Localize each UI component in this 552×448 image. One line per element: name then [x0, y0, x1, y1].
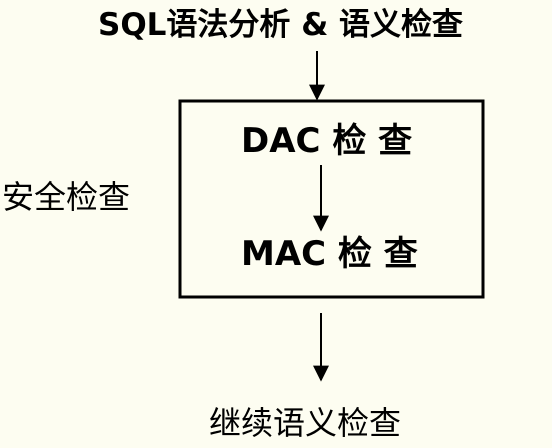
diagram-graphics: [178, 51, 485, 382]
dac-check-label: DAC 检 查: [241, 121, 413, 161]
mac-check-label: MAC 检 查: [241, 234, 418, 274]
top-title: SQL语法分析 & 语义检查: [98, 7, 464, 43]
continue-semantic-check-label: 继续语义检查: [209, 404, 402, 442]
flow-diagram: SQL语法分析 & 语义检查 DAC 检 查 MAC 检 查 安全检查 继续语义…: [0, 0, 552, 448]
security-check-label: 安全检查: [2, 178, 131, 216]
